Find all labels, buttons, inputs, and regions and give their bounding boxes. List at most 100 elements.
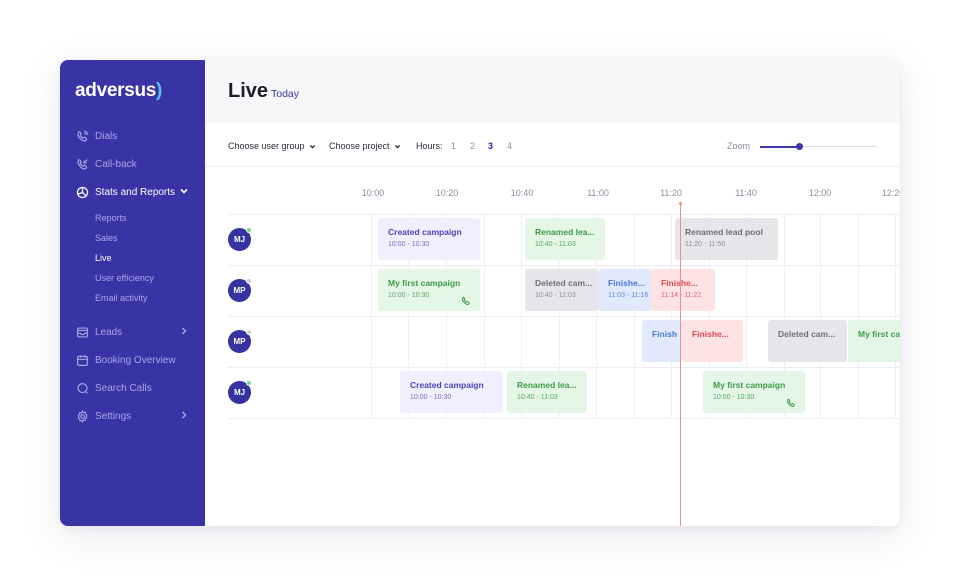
user-group-label: Choose user group [228, 141, 305, 151]
row-divider [228, 316, 900, 317]
page-title: Live [228, 80, 269, 102]
event-time: 10:00 - 10:30 [410, 394, 452, 401]
status-dot [246, 380, 252, 386]
timeline-event[interactable]: Renamed lea... 10:40 - 11:03 [507, 371, 587, 413]
event-title: My first ca [858, 329, 900, 339]
sidebar-subitem-sales[interactable]: Sales [95, 233, 118, 243]
sidebar-item-search-calls[interactable]: Search Calls [60, 378, 205, 398]
logo[interactable]: adversus) [75, 80, 162, 102]
event-title: Created campaign [410, 380, 484, 390]
event-title: Finish [652, 329, 678, 339]
event-title: Finishe... [608, 278, 645, 288]
status-dot [246, 227, 252, 233]
event-time: 10:00 - 10:30 [388, 241, 430, 248]
time-label: 12:20 [881, 188, 900, 198]
sidebar-item-call-back[interactable]: Call-back [60, 154, 205, 174]
phone-icon [786, 395, 796, 408]
zoom-slider[interactable] [760, 143, 877, 150]
current-time-indicator [680, 202, 681, 526]
hour-option-2[interactable]: 2 [470, 141, 475, 151]
timeline-event[interactable]: My first campaign 10:00 - 10:30 [703, 371, 805, 413]
sidebar-item-label: Booking Overview [95, 354, 176, 366]
sidebar-item-settings[interactable]: Settings [60, 406, 205, 426]
app-window: adversus) Dials Call-back Stats and Repo… [60, 60, 900, 526]
avatar[interactable]: MP [228, 278, 252, 302]
event-title: Finishe... [661, 278, 715, 288]
event-title: Finishe... [692, 329, 729, 339]
sidebar-subitem-live[interactable]: Live [95, 253, 112, 263]
sidebar-subitem-user-efficiency[interactable]: User efficiency [95, 273, 154, 283]
row-divider [228, 367, 900, 368]
timeline-event[interactable]: Finishe... 11:03 - 11:16 [598, 269, 651, 311]
phone-callback-icon [75, 157, 89, 171]
page-subtitle: Today [271, 88, 300, 100]
gear-icon [75, 409, 89, 423]
time-label: 10:20 [435, 188, 459, 198]
timeline-event[interactable]: Created campaign 10:00 - 10:30 [378, 218, 480, 260]
timeline-event[interactable]: Created campaign 10:00 - 10:30 [400, 371, 503, 413]
avatar-initials: MP [233, 337, 246, 346]
pie-chart-icon [75, 185, 89, 199]
chevron-right-icon[interactable] [179, 326, 189, 336]
zoom-label: Zoom [727, 141, 751, 151]
sidebar-item-dials[interactable]: Dials [60, 126, 205, 146]
sidebar-item-label: Stats and Reports [95, 186, 176, 198]
sidebar-item-leads[interactable]: Leads [60, 322, 205, 342]
timeline-event[interactable]: My first campaign 10:00 - 10:30 [378, 269, 480, 311]
search-icon [75, 381, 89, 395]
calendar-icon [75, 353, 89, 367]
sidebar-item-booking-overview[interactable]: Booking Overview [60, 350, 205, 370]
page-header: Live Today [205, 60, 900, 123]
chevron-right-icon[interactable] [179, 410, 189, 420]
event-time: 10:40 - 11:03 [517, 394, 558, 401]
timeline-event[interactable]: Finishe... [682, 320, 743, 362]
zoom-slider-fill [760, 145, 800, 148]
timeline-event[interactable]: Deleted cam... 10:40 - 11:03 [525, 269, 598, 311]
event-title: Renamed lea... [517, 380, 577, 390]
timeline-event[interactable]: Finish [642, 320, 682, 362]
avatar[interactable]: MP [228, 329, 252, 353]
user-group-dropdown[interactable]: Choose user group [228, 141, 316, 151]
sidebar-item-label: Dials [95, 130, 118, 142]
avatar[interactable]: MJ [228, 227, 252, 251]
sidebar-item-stats-and-reports[interactable]: Stats and Reports [60, 182, 205, 202]
row-divider [228, 265, 900, 266]
event-title: My first campaign [713, 380, 786, 390]
status-dot [246, 329, 252, 335]
chevron-down-icon [309, 144, 315, 149]
event-time: 11:20 - 11:50 [685, 241, 726, 248]
row-divider [228, 214, 900, 215]
event-time: 11:03 - 11:16 [608, 292, 649, 299]
event-title: Renamed lead pool [685, 227, 763, 237]
zoom-slider-handle[interactable] [796, 143, 804, 150]
project-dropdown[interactable]: Choose project [329, 141, 401, 151]
timeline-event[interactable]: My first ca [848, 320, 900, 362]
event-title: Deleted cam... [778, 329, 836, 339]
event-title: Deleted cam... [535, 278, 593, 288]
status-dot [246, 278, 252, 284]
project-label: Choose project [329, 141, 390, 151]
hour-option-4[interactable]: 4 [507, 141, 512, 151]
timeline-event[interactable]: Renamed lead pool 11:20 - 11:50 [675, 218, 778, 260]
toolbar: Choose user group Choose project Hours: … [205, 123, 900, 167]
avatar-initials: MJ [233, 235, 246, 244]
hour-option-1[interactable]: 1 [451, 141, 456, 151]
sidebar-item-label: Call-back [95, 158, 137, 170]
phone-icon [461, 293, 471, 306]
avatar[interactable]: MJ [228, 380, 252, 404]
timeline-event[interactable]: Finishe... 11:14 - 11:22 [651, 269, 715, 311]
timeline-event[interactable]: Deleted cam... [768, 320, 847, 362]
time-label: 10:00 [361, 188, 385, 198]
chevron-down-icon[interactable] [179, 186, 189, 196]
hour-option-3[interactable]: 3 [488, 141, 493, 151]
time-label: 11:20 [660, 188, 682, 198]
avatar-initials: MP [233, 286, 246, 295]
row-divider [228, 418, 900, 419]
timeline-event[interactable]: Renamed lea... 10:40 - 11:03 [525, 218, 605, 260]
sidebar-subitem-reports[interactable]: Reports [95, 213, 127, 223]
sidebar-subitem-email-activity[interactable]: Email activity [95, 293, 148, 303]
time-label: 11:40 [735, 188, 757, 198]
event-title: Renamed lea... [535, 227, 595, 237]
event-title: Created campaign [388, 227, 462, 237]
hours-label: Hours: [416, 141, 443, 151]
